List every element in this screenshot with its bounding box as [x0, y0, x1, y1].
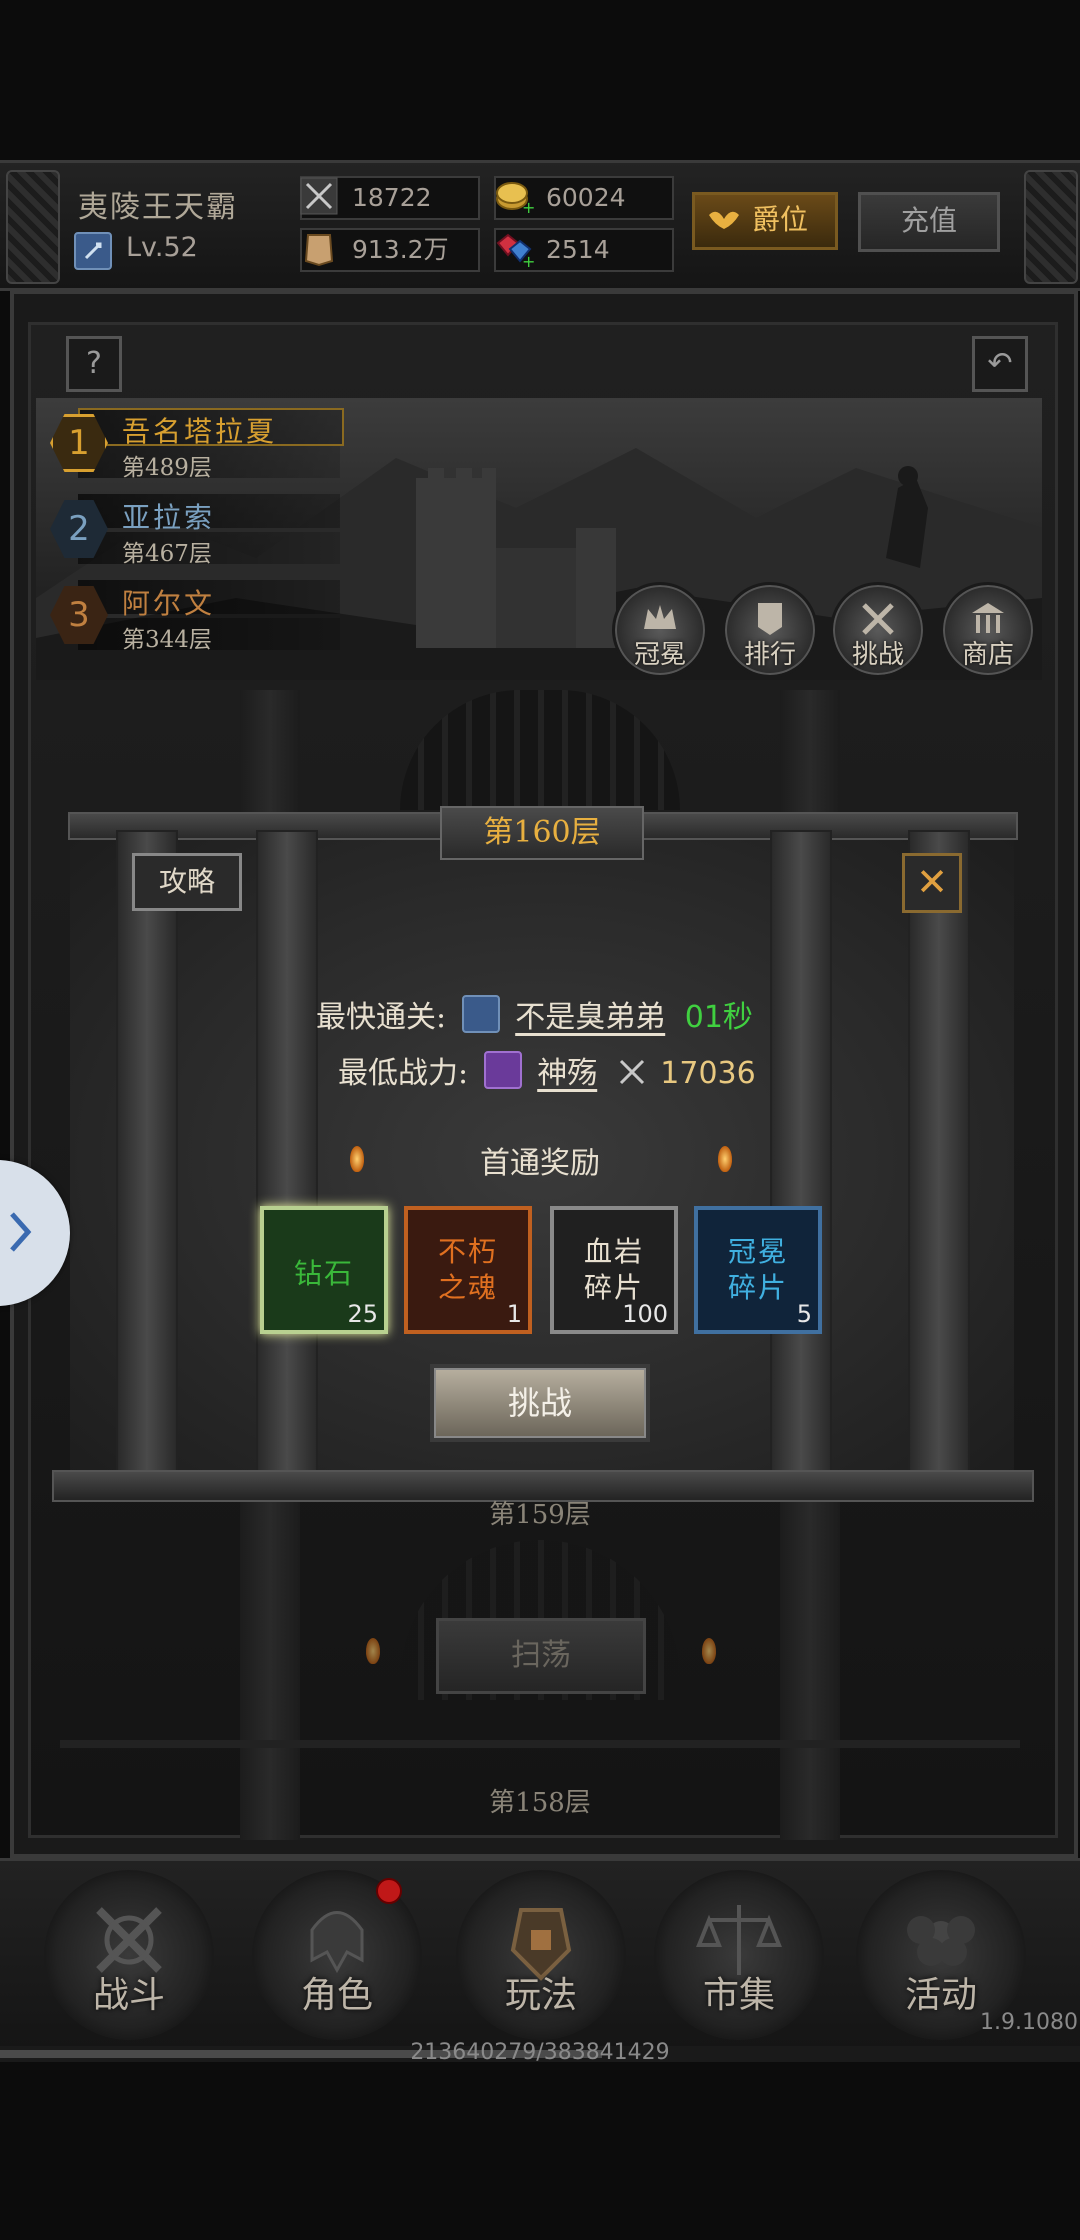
nav-gameplay[interactable]: 玩法 [456, 1870, 626, 2040]
gems-stat: + 2514 [494, 228, 674, 272]
nav-market[interactable]: 市集 [654, 1870, 824, 2040]
reward-slot-diamond[interactable]: 钻石 25 [260, 1206, 388, 1334]
nobility-title-button[interactable]: 爵位 [692, 192, 838, 250]
rank-floor: 第467层 [122, 541, 212, 567]
notification-dot [376, 1878, 402, 1904]
challenge-mode-button[interactable]: 挑战 [830, 582, 926, 678]
help-button[interactable]: ? [66, 336, 122, 392]
shield-icon [461, 995, 500, 1033]
nav-market-label: 市集 [702, 1975, 775, 2016]
nav-battle-label: 战斗 [92, 1975, 165, 2016]
rank-floor: 第489层 [122, 455, 212, 481]
gold-value: 60024 [546, 183, 626, 212]
svg-text:+: + [522, 252, 534, 269]
gold-stat: + 60024 [494, 176, 674, 220]
shop-label: 商店 [961, 640, 1014, 670]
first-clear-reward-title: 首通奖励 [480, 1146, 600, 1181]
wealth-stat: 913.2万 [300, 228, 480, 272]
svg-text:+: + [522, 198, 534, 217]
reward-count: 100 [622, 1300, 668, 1328]
floor-159-label: 第159层 [489, 1500, 591, 1530]
gems-icon: + [496, 233, 534, 269]
fastest-clear-label: 最快通关: [316, 1000, 447, 1035]
back-button[interactable]: ↶ [972, 336, 1028, 392]
wealth-value: 913.2万 [352, 235, 449, 264]
wings-icon [709, 211, 739, 229]
reward-count: 25 [347, 1300, 378, 1328]
floor-divider [60, 1740, 1020, 1748]
lowest-power-label: 最低战力: [338, 1056, 469, 1091]
fastest-time: 01秒 [684, 1000, 753, 1035]
reward-slot-bloodstone-shard[interactable]: 血岩碎片 100 [550, 1206, 678, 1334]
ranking-button[interactable]: 排行 [722, 582, 818, 678]
gold-coins-icon: + [496, 182, 534, 217]
version-label: 1.9.1080 [980, 2010, 1078, 2035]
floor-158-label: 第158层 [489, 1788, 591, 1818]
lowest-power-line: 最低战力: 神殇 17036 [338, 1048, 756, 1092]
crown-button[interactable]: 冠冕 [612, 582, 708, 678]
rank-floor: 第344层 [122, 627, 212, 653]
exp-text: 213640279/383841429 [410, 2040, 670, 2065]
nav-character-label: 角色 [300, 1975, 373, 2016]
reward-slot-crown-shard[interactable]: 冠冕碎片 5 [694, 1206, 822, 1334]
shop-button[interactable]: 商店 [940, 582, 1036, 678]
rank-player-name: 亚拉索 [122, 501, 216, 534]
swords-icon [862, 603, 894, 635]
reward-name: 血岩碎片 [583, 1235, 644, 1304]
challenge-button[interactable]: 挑战 [430, 1364, 650, 1442]
reward-name: 不朽之魂 [437, 1235, 498, 1304]
crossed-swords-icon [619, 1059, 644, 1085]
chevron-right-icon [10, 1212, 32, 1252]
reward-count: 1 [506, 1300, 522, 1328]
nav-gameplay-label: 玩法 [504, 1975, 577, 2016]
close-button[interactable]: ✕ [902, 853, 962, 913]
torch-icon [366, 1638, 380, 1664]
left-knot-ornament [6, 170, 60, 284]
leaderboard-row[interactable]: 2 亚拉索 第467层 [50, 492, 340, 570]
crossed-swords-icon [300, 177, 338, 215]
crown-label: 冠冕 [633, 640, 686, 670]
leaderboard-row[interactable]: 1 吾名塔拉夏 第489层 [50, 406, 344, 484]
reward-name: 冠冕碎片 [727, 1235, 788, 1304]
gems-value: 2514 [546, 235, 610, 264]
floor-title: 第160层 [440, 806, 644, 860]
power-value: 18722 [352, 183, 432, 212]
leaderboard-row[interactable]: 3 阿尔文 第344层 [50, 578, 340, 656]
armor-icon [304, 234, 334, 267]
purple-shield-icon [483, 1051, 522, 1089]
right-knot-ornament [1024, 170, 1078, 284]
rank-player-name: 吾名塔拉夏 [122, 415, 278, 448]
nav-battle[interactable]: 战斗 [44, 1870, 214, 2040]
fastest-clear-line: 最快通关: 不是臭弟弟 01秒 [316, 992, 753, 1036]
player-level: Lv.52 [126, 232, 198, 263]
lowest-player-link[interactable]: 神殇 [537, 1056, 597, 1091]
reward-count: 5 [796, 1300, 812, 1328]
ranking-label: 排行 [743, 640, 796, 670]
power-stat: 18722 [300, 176, 480, 220]
guide-button[interactable]: 攻略 [132, 853, 242, 911]
recharge-button[interactable]: 充值 [858, 192, 1000, 252]
torch-icon [702, 1638, 716, 1664]
crown-icon [644, 605, 676, 629]
rank-player-name: 阿尔文 [122, 587, 216, 620]
sweep-button[interactable]: 扫荡 [436, 1618, 646, 1694]
fastest-player-link[interactable]: 不是臭弟弟 [515, 1000, 665, 1035]
reward-name: 钻石 [293, 1257, 354, 1290]
lowest-power-value: 17036 [660, 1056, 756, 1091]
reward-slot-immortal-soul[interactable]: 不朽之魂 1 [404, 1206, 532, 1334]
banner-rank-icon [758, 603, 782, 635]
shop-icon [972, 603, 1004, 633]
player-name: 夷陵王天霸 [78, 190, 238, 225]
challenge-mode-label: 挑战 [851, 640, 904, 670]
shield-icon [74, 232, 112, 270]
